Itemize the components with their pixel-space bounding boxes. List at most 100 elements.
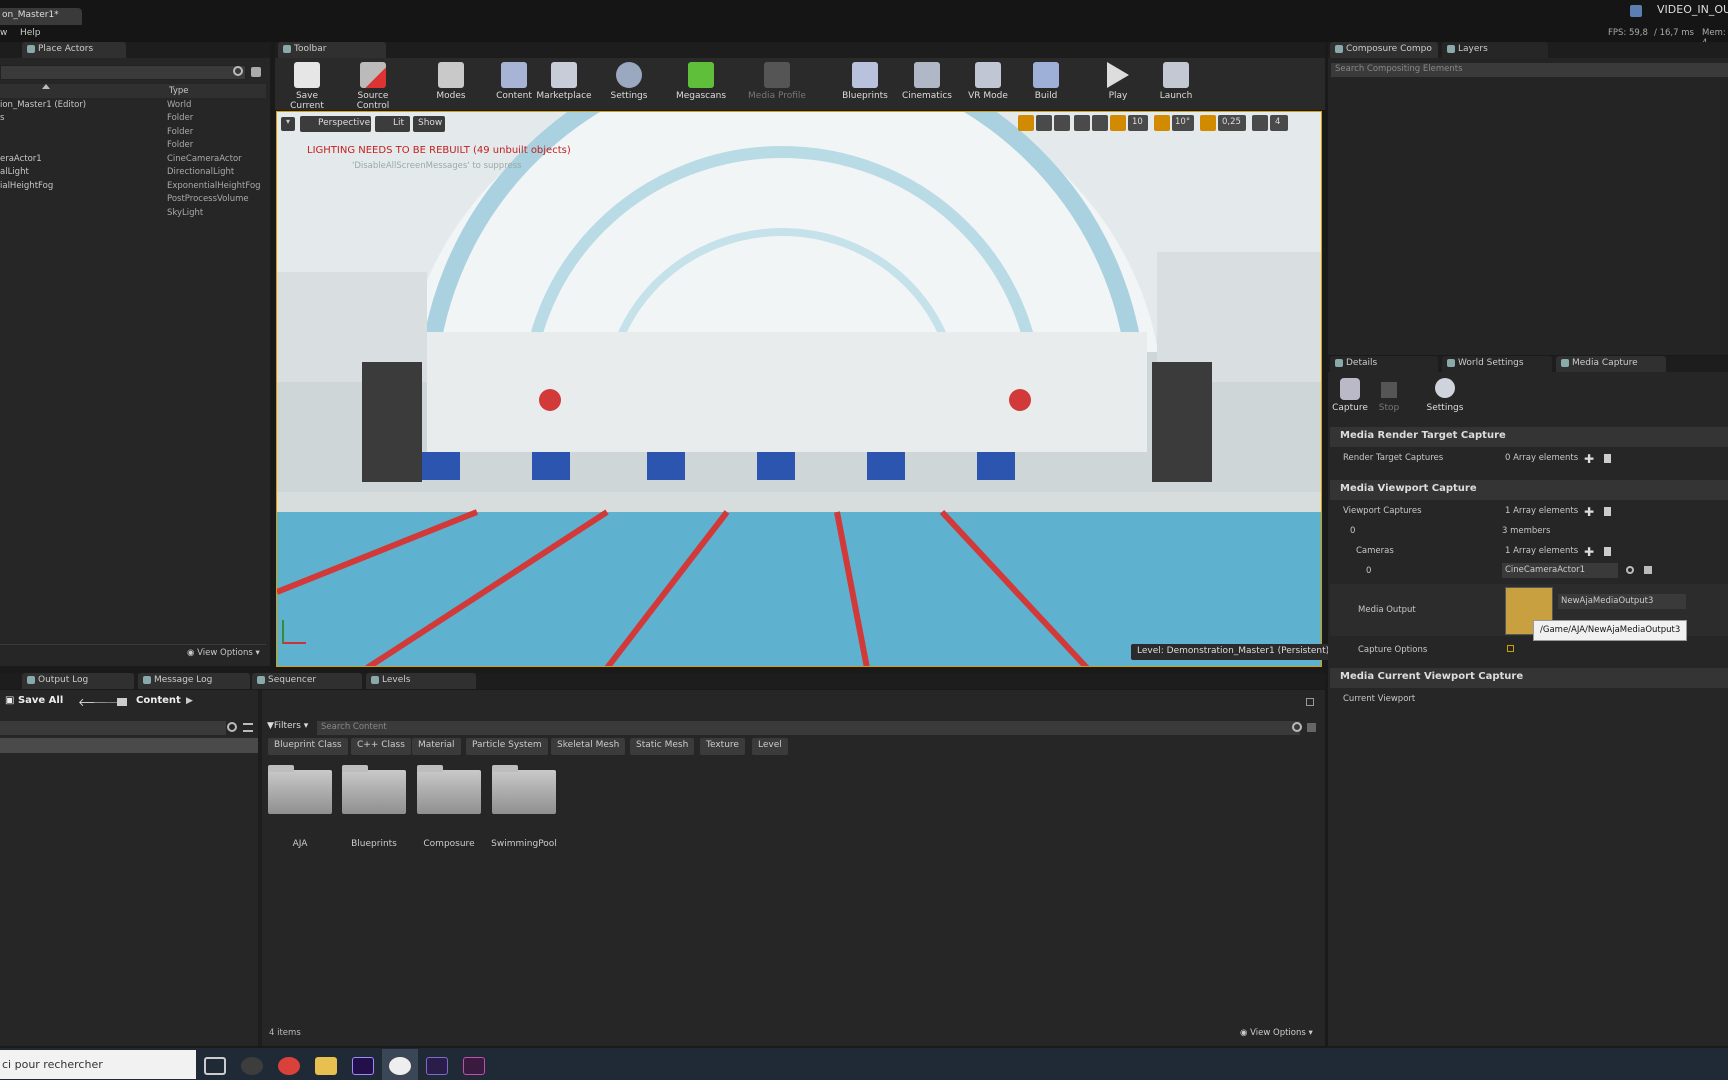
lit-button[interactable]: Lit (375, 116, 410, 132)
folder-tree-divider[interactable] (258, 690, 262, 1046)
tab-levels[interactable]: Levels (366, 673, 476, 689)
folder-icon[interactable] (342, 765, 406, 814)
tab-message-log[interactable]: Message Log (138, 673, 250, 689)
filter-chip-skeletal-mesh[interactable]: Skeletal Mesh (551, 738, 626, 755)
outliner-row-name[interactable]: eraActor1 (0, 154, 42, 164)
filter-chip-particle-system[interactable]: Particle System (466, 738, 548, 755)
outliner-row-name[interactable]: ialHeightFog (0, 181, 53, 191)
section-render-target-capture[interactable]: Media Render Target Capture (1330, 427, 1728, 447)
folder-label-blueprints[interactable]: Blueprints (334, 839, 414, 849)
browse-icon[interactable] (1626, 566, 1634, 574)
translate-icon[interactable] (1018, 115, 1034, 131)
outliner-search-input[interactable] (0, 65, 246, 80)
add-icon[interactable]: ✚ (1584, 505, 1594, 519)
reset-icon[interactable] (1507, 645, 1514, 652)
folder-icon[interactable] (492, 765, 556, 814)
vr-mode-button[interactable]: VR Mode (959, 58, 1017, 106)
tab-composure[interactable]: Composure Compo (1330, 42, 1438, 58)
outliner-row-name[interactable]: ion_Master1 (Editor) (0, 100, 86, 110)
source-control-button[interactable]: Source Control (343, 58, 403, 111)
tab-world-settings[interactable]: World Settings (1442, 356, 1552, 372)
launch-button[interactable]: Launch (1147, 58, 1205, 106)
delete-icon[interactable] (1604, 547, 1611, 556)
filter-chip-cpp-class[interactable]: C++ Class (351, 738, 411, 755)
modes-button[interactable]: Modes (422, 58, 480, 106)
filter-chip-blueprint-class[interactable]: Blueprint Class (268, 738, 348, 755)
capture-button[interactable]: Capture (1332, 378, 1368, 418)
tab-media-capture[interactable]: Media Capture (1556, 356, 1666, 372)
obs-icon[interactable] (241, 1057, 263, 1075)
delete-icon[interactable] (1604, 507, 1611, 516)
pick-actor-icon[interactable] (1644, 566, 1652, 574)
cameras-label[interactable]: Cameras (1356, 546, 1394, 556)
filter-chip-level[interactable]: Level (752, 738, 788, 755)
viewport-options-button[interactable]: ▾ (281, 117, 295, 131)
tab-details[interactable]: Details (1330, 356, 1438, 372)
tab-layers[interactable]: Layers (1442, 42, 1548, 58)
taskbar-search-input[interactable]: ci pour rechercher (0, 1050, 196, 1079)
folder-label-composure[interactable]: Composure (409, 839, 489, 849)
filters-button[interactable]: ▼Filters ▾ (267, 721, 308, 731)
add-icon[interactable]: ✚ (1584, 452, 1594, 466)
camera-select[interactable]: CineCameraActor1 (1502, 563, 1618, 578)
section-viewport-capture[interactable]: Media Viewport Capture (1330, 480, 1728, 500)
ndi-2-icon[interactable] (463, 1057, 485, 1075)
folder-label-swimmingpool[interactable]: SwimmingPool (484, 839, 564, 849)
scale-icon[interactable] (1054, 115, 1070, 131)
outliner-row-name[interactable]: alLight (0, 167, 29, 177)
list-view-icon[interactable] (243, 723, 253, 732)
chrome-icon[interactable] (278, 1057, 300, 1075)
perspective-button[interactable]: Perspective (300, 116, 371, 132)
folder-label-aja[interactable]: AJA (260, 839, 340, 849)
marketplace-button[interactable]: Marketplace (535, 58, 593, 106)
delete-icon[interactable] (1604, 454, 1611, 463)
viewport-captures-label[interactable]: Viewport Captures (1343, 506, 1422, 516)
content-view-options[interactable]: ◉ View Options ▾ (1240, 1028, 1313, 1038)
camera-speed-value[interactable]: 4 (1270, 115, 1288, 131)
content-search-input[interactable]: Search Content (317, 721, 1300, 735)
ndi-icon[interactable] (426, 1057, 448, 1075)
folder-icon[interactable] (417, 765, 481, 814)
tab-toolbar[interactable]: Toolbar (278, 42, 386, 58)
grid-snap-icon[interactable] (1110, 115, 1126, 131)
folder-tree-selection[interactable] (0, 738, 258, 753)
current-viewport-label[interactable]: Current Viewport (1343, 694, 1415, 704)
scale-snap-icon[interactable] (1200, 115, 1216, 131)
capture-settings-button[interactable]: Settings (1424, 378, 1466, 418)
filter-chip-texture[interactable]: Texture (700, 738, 745, 755)
scale-snap-value[interactable]: 0,25 (1218, 115, 1246, 131)
section-current-viewport-capture[interactable]: Media Current Viewport Capture (1330, 668, 1728, 688)
grid-size-value[interactable]: 10 (1128, 115, 1148, 131)
filter-chip-static-mesh[interactable]: Static Mesh (630, 738, 695, 755)
lock-icon[interactable] (1306, 698, 1314, 706)
document-tab[interactable]: on_Master1* (0, 8, 82, 25)
unreal-engine-icon[interactable] (389, 1057, 411, 1075)
world-local-icon[interactable] (1074, 115, 1090, 131)
outliner-row-name[interactable]: s (0, 113, 4, 123)
build-button[interactable]: Build (1017, 58, 1075, 106)
tab-output-log[interactable]: Output Log (22, 673, 134, 689)
save-all-button[interactable]: ▣ Save All (5, 695, 63, 706)
type-column-header[interactable]: Type (169, 86, 189, 96)
capture-options-label[interactable]: Capture Options (1358, 645, 1427, 655)
tab-sequencer[interactable]: Sequencer (252, 673, 362, 689)
camera-speed-icon[interactable] (1252, 115, 1268, 131)
menu-window[interactable]: w (0, 28, 7, 38)
rotation-snap-value[interactable]: 10° (1172, 115, 1194, 131)
viewport-capture-index[interactable]: 0 (1350, 526, 1355, 536)
tab-place-actors[interactable]: Place Actors (22, 42, 126, 58)
rotate-icon[interactable] (1036, 115, 1052, 131)
play-button[interactable]: Play (1089, 58, 1147, 106)
cinematics-button[interactable]: Cinematics (898, 58, 956, 106)
level-viewport[interactable] (276, 111, 1322, 667)
rotation-snap-icon[interactable] (1154, 115, 1170, 131)
settings-button[interactable]: Settings (600, 58, 658, 106)
breadcrumb-arrow-icon[interactable]: ▶ (186, 696, 193, 706)
stop-button[interactable]: Stop (1372, 378, 1406, 418)
file-explorer-icon[interactable] (315, 1057, 337, 1075)
folder-search-input[interactable] (0, 721, 226, 735)
surface-snap-icon[interactable] (1092, 115, 1108, 131)
compositing-search-input[interactable]: Search Compositing Elements (1331, 63, 1728, 77)
settings-icon[interactable] (251, 67, 261, 77)
save-current-button[interactable]: Save Current (278, 58, 336, 111)
